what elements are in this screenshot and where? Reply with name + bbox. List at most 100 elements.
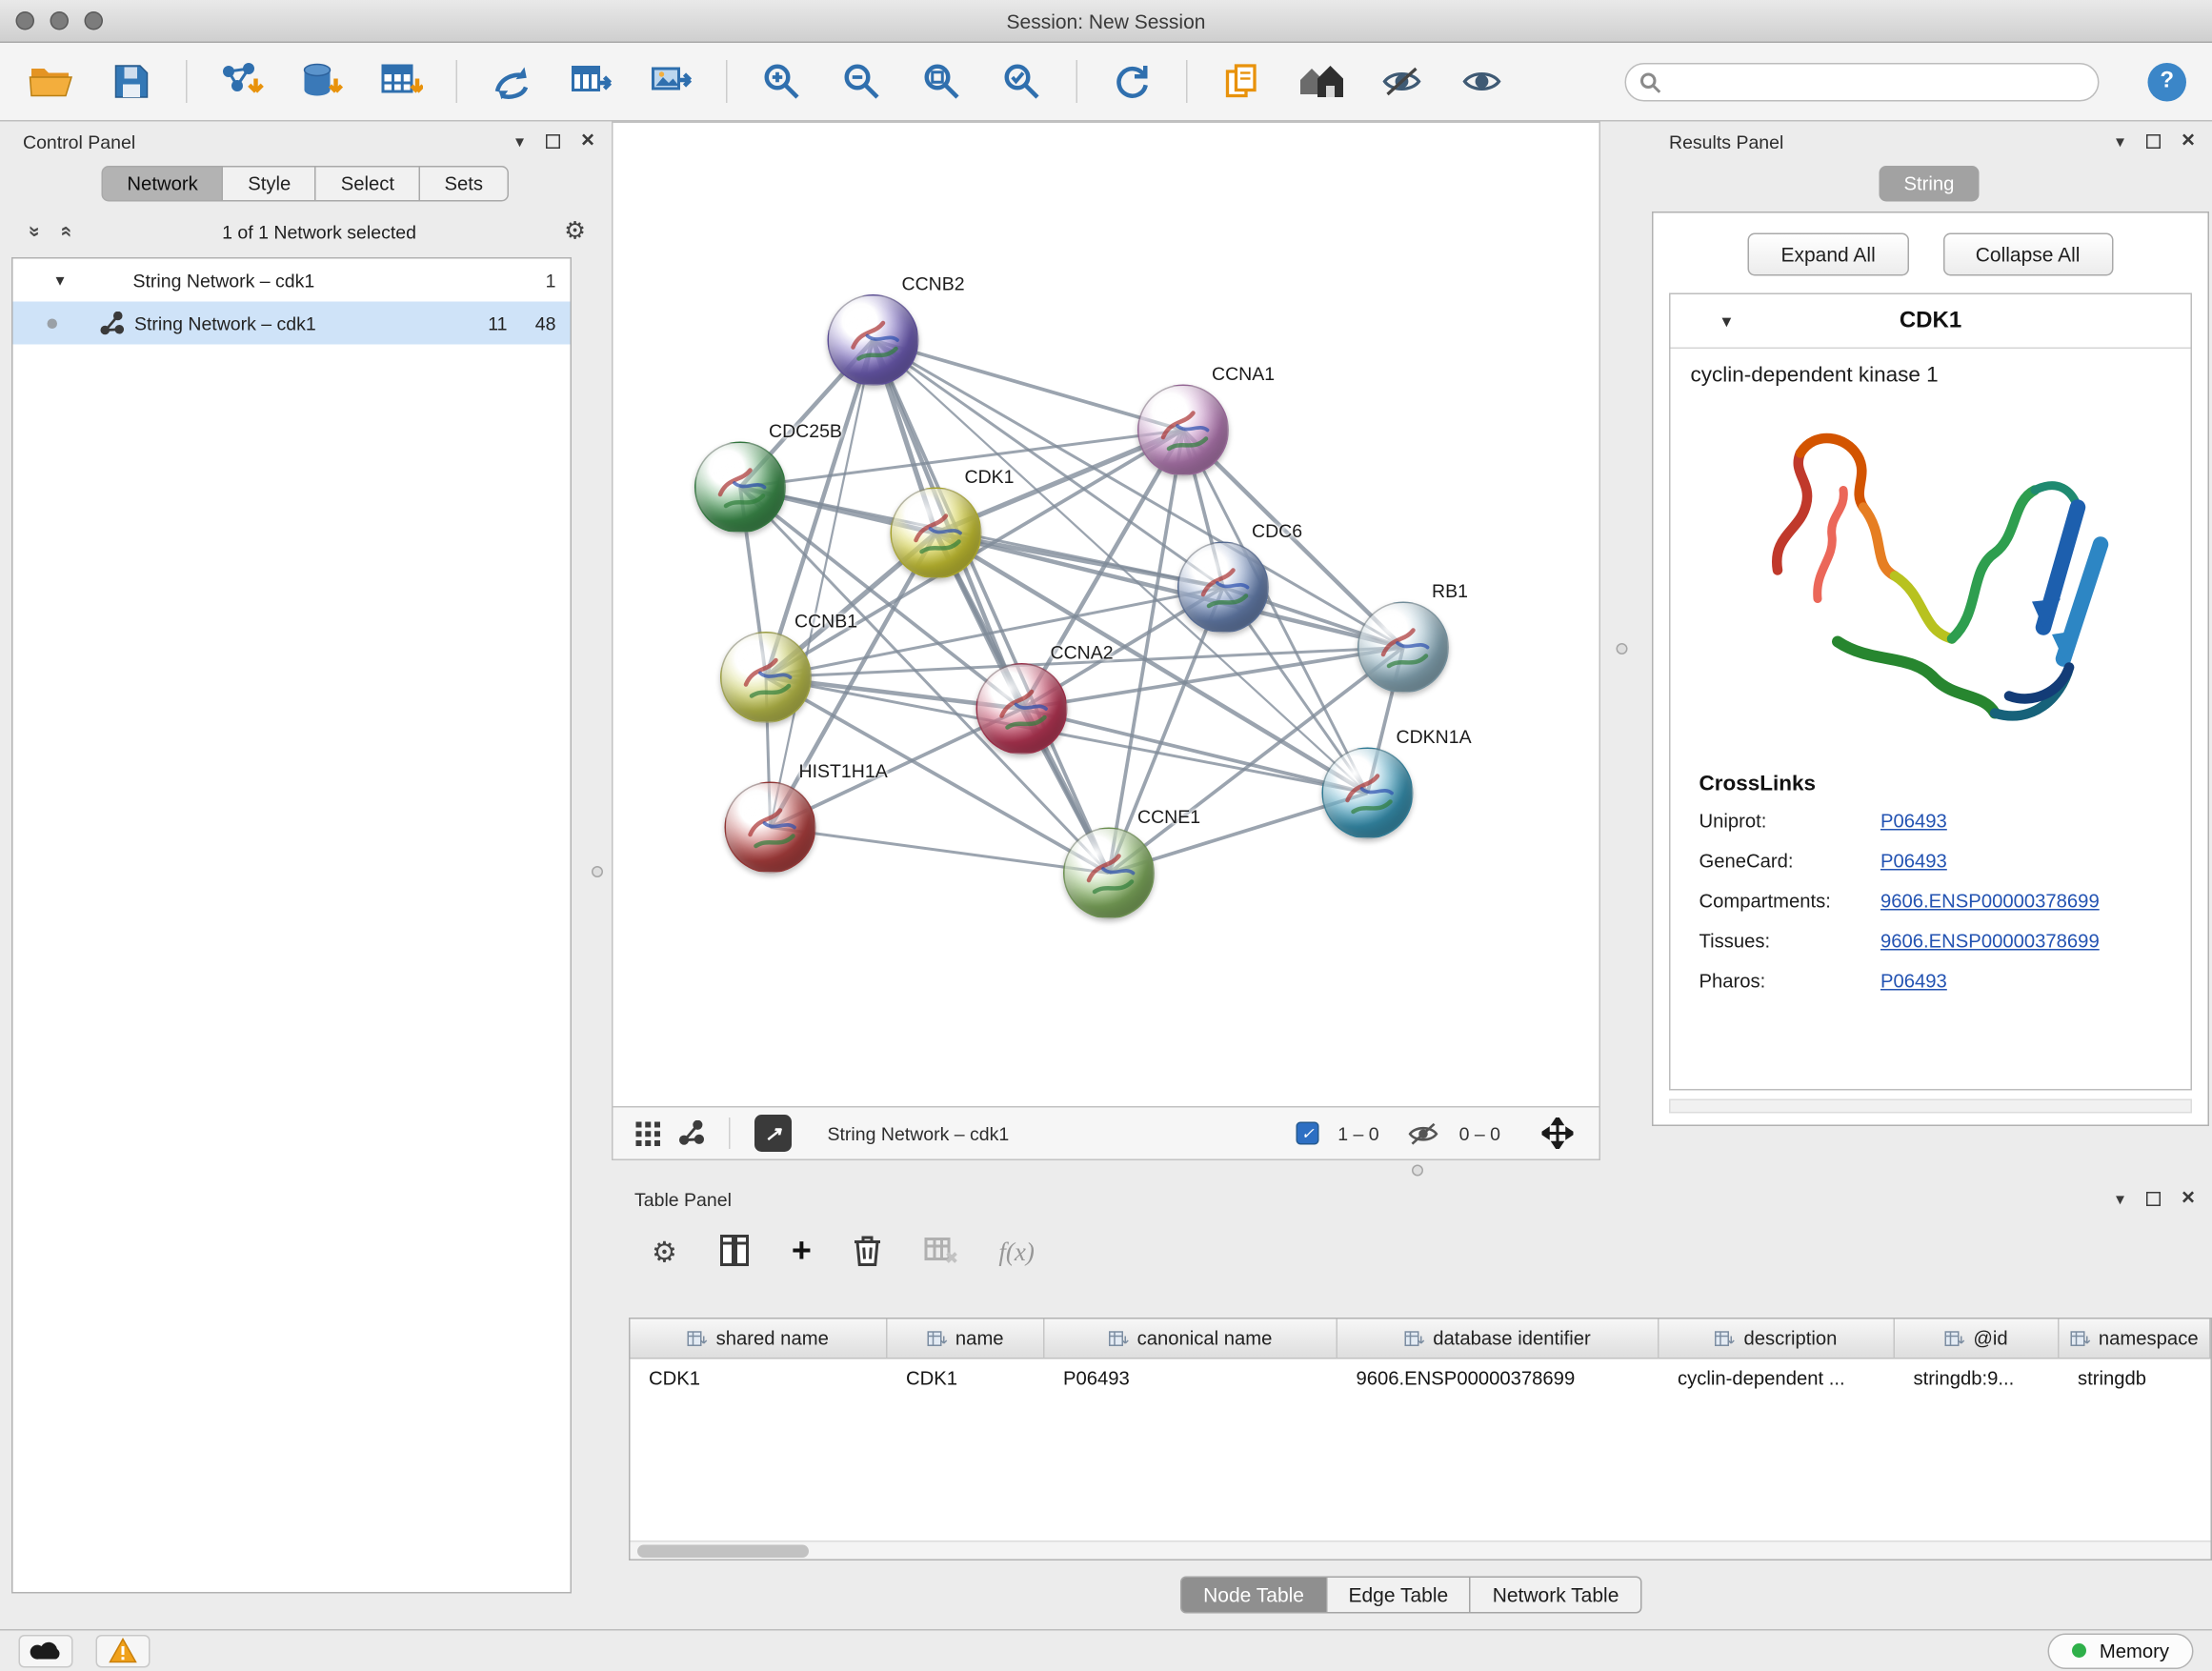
zoom-selected-icon[interactable] — [994, 51, 1051, 111]
results-scrollbar[interactable] — [1669, 1099, 2192, 1114]
help-icon[interactable]: ? — [2148, 62, 2187, 101]
first-neighbors-icon[interactable] — [483, 51, 540, 111]
crosslink-link[interactable]: P06493 — [1880, 811, 1947, 833]
tab-style[interactable]: Style — [222, 166, 316, 202]
delete-column-icon[interactable] — [853, 1233, 881, 1272]
tree-caret-icon[interactable]: ▾ — [56, 271, 76, 291]
panel-close-icon[interactable]: × — [2182, 131, 2195, 153]
column-header-canonical-name[interactable]: canonical name — [1045, 1319, 1338, 1359]
network-node-cdkn1a[interactable] — [1322, 748, 1414, 839]
tab-select[interactable]: Select — [315, 166, 420, 202]
crosslink-link[interactable]: 9606.ENSP00000378699 — [1880, 891, 2100, 913]
vertical-splitter[interactable] — [1600, 122, 1646, 1179]
column-header-id[interactable]: @id — [1895, 1319, 2060, 1359]
horizontal-splitter[interactable] — [612, 1160, 1600, 1179]
collapse-all-icon[interactable]: » — [25, 222, 48, 242]
column-header-name[interactable]: name — [888, 1319, 1045, 1359]
network-row-selected[interactable]: String Network – cdk1 11 48 — [13, 302, 571, 345]
splitter-handle[interactable] — [592, 866, 603, 877]
network-node-cdc6[interactable] — [1177, 542, 1269, 634]
memory-button[interactable]: Memory — [2048, 1633, 2194, 1669]
network-node-ccna1[interactable] — [1137, 385, 1229, 476]
open-session-icon[interactable] — [23, 51, 80, 111]
protein-section-header[interactable]: ▾ CDK1 — [1671, 294, 2191, 349]
network-node-ccne1[interactable] — [1063, 828, 1155, 919]
grid-icon[interactable] — [636, 1121, 661, 1146]
external-link-button[interactable]: ↗ — [754, 1115, 792, 1152]
table-row[interactable]: CDK1CDK1P064939606.ENSP00000378699cyclin… — [631, 1359, 2211, 1397]
network-node-cdc25b[interactable] — [694, 442, 786, 534]
tab-network-table[interactable]: Network Table — [1470, 1577, 1642, 1614]
minimize-window-button[interactable] — [50, 11, 70, 30]
panel-float-icon[interactable]: ▾ — [515, 133, 524, 151]
crosslinks-heading: CrossLinks — [1699, 772, 2191, 796]
string-results-box: Expand All Collapse All ▾ CDK1 cyclin-de… — [1652, 211, 2209, 1126]
zoom-in-icon[interactable] — [754, 51, 811, 111]
cloud-button[interactable] — [19, 1634, 73, 1667]
zoom-fit-icon[interactable] — [914, 51, 971, 111]
column-header-shared-name[interactable]: shared name — [631, 1319, 888, 1359]
network-node-ccnb1[interactable] — [720, 632, 812, 723]
table-horizontal-scrollbar[interactable] — [631, 1540, 2211, 1560]
column-header-database-identifier[interactable]: database identifier — [1337, 1319, 1659, 1359]
tab-edge-table[interactable]: Edge Table — [1325, 1577, 1471, 1614]
zoom-window-button[interactable] — [85, 11, 104, 30]
gear-icon[interactable]: ⚙ — [564, 217, 586, 246]
tab-sets[interactable]: Sets — [419, 166, 510, 202]
crosslink-link[interactable]: P06493 — [1880, 851, 1947, 873]
panel-close-icon[interactable]: × — [581, 131, 594, 153]
network-node-rb1[interactable] — [1357, 602, 1449, 694]
scrollbar-thumb[interactable] — [637, 1545, 809, 1559]
warning-button[interactable] — [96, 1634, 151, 1667]
selected-checkbox-icon[interactable]: ✓ — [1297, 1122, 1319, 1145]
panel-maximize-icon[interactable] — [2145, 1192, 2160, 1206]
network-collection-row[interactable]: ▾ String Network – cdk1 1 — [13, 259, 571, 302]
column-header-description[interactable]: description — [1659, 1319, 1896, 1359]
expand-all-icon[interactable]: » — [53, 222, 76, 242]
panel-maximize-icon[interactable] — [545, 134, 559, 149]
save-session-icon[interactable] — [103, 51, 160, 111]
export-image-icon[interactable] — [643, 51, 700, 111]
network-node-ccna2[interactable] — [976, 663, 1068, 755]
panel-close-icon[interactable]: × — [2182, 1188, 2195, 1211]
documents-icon[interactable] — [1214, 51, 1271, 111]
network-node-ccnb2[interactable] — [828, 294, 919, 386]
section-caret-icon[interactable]: ▾ — [1722, 310, 1732, 332]
crosshair-icon[interactable] — [1542, 1117, 1574, 1149]
expand-all-button[interactable]: Expand All — [1748, 233, 1908, 276]
tab-network[interactable]: Network — [101, 166, 223, 202]
add-column-icon[interactable]: + — [792, 1235, 812, 1269]
tab-string[interactable]: String — [1880, 166, 1979, 202]
collapse-all-button[interactable]: Collapse All — [1942, 233, 2113, 276]
network-node-cdk1[interactable] — [891, 488, 982, 579]
hide-details-eye-icon[interactable] — [1374, 51, 1431, 111]
panel-float-icon[interactable]: ▾ — [2116, 1191, 2124, 1208]
refresh-view-icon[interactable] — [1103, 51, 1160, 111]
splitter-handle[interactable] — [1617, 643, 1628, 654]
current-network-dot-icon — [48, 318, 58, 329]
search-input[interactable] — [1625, 62, 2100, 101]
network-node-label-rb1: RB1 — [1432, 580, 1468, 602]
close-window-button[interactable] — [16, 11, 35, 30]
column-header-namespace[interactable]: namespace — [2060, 1319, 2211, 1359]
crosslink-link[interactable]: P06493 — [1880, 971, 1947, 993]
export-table-icon[interactable] — [563, 51, 620, 111]
import-network-file-icon[interactable] — [213, 51, 271, 111]
show-columns-icon[interactable] — [718, 1233, 750, 1272]
network-node-hist1h1a[interactable] — [725, 782, 816, 874]
function-builder-icon[interactable]: f(x) — [998, 1237, 1034, 1267]
import-table-icon[interactable] — [373, 51, 431, 111]
panel-maximize-icon[interactable] — [2145, 134, 2160, 149]
network-canvas[interactable]: CCNB2CCNA1CDC25BCDK1CDC6RB1CCNB1CCNA2CDK… — [612, 122, 1600, 1108]
zoom-out-icon[interactable] — [834, 51, 891, 111]
home-icon[interactable] — [1294, 51, 1351, 111]
panel-float-icon[interactable]: ▾ — [2116, 133, 2124, 151]
tab-node-table[interactable]: Node Table — [1180, 1577, 1327, 1614]
table-settings-gear-icon[interactable]: ⚙ — [652, 1234, 677, 1270]
hidden-eye-slash-icon[interactable] — [1406, 1121, 1440, 1146]
import-network-database-icon[interactable] — [293, 51, 351, 111]
splitter-handle[interactable] — [1412, 1165, 1423, 1177]
network-overview-icon[interactable] — [679, 1120, 705, 1146]
show-details-eye-icon[interactable] — [1454, 51, 1511, 111]
crosslink-link[interactable]: 9606.ENSP00000378699 — [1880, 931, 2100, 953]
